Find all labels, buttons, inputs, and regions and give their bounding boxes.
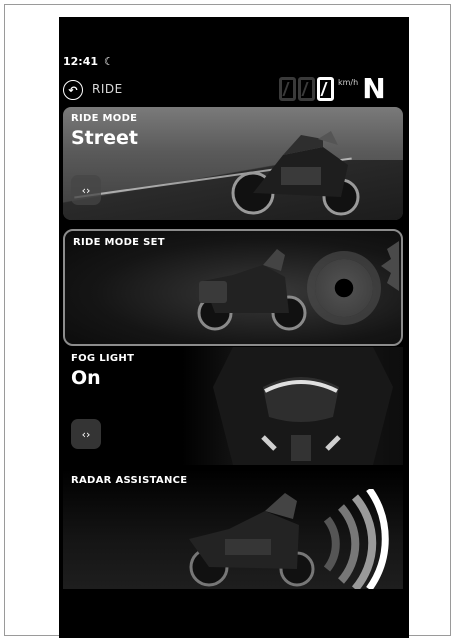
speed-unit: km/h bbox=[338, 78, 359, 87]
ride-mode-value: Street bbox=[71, 127, 138, 149]
switch-arrows-icon: ‹› bbox=[81, 427, 91, 441]
speed-digit-ones bbox=[317, 77, 334, 101]
dashboard-screen: 12:41 ☾ ↶ RIDE km/h N RIDE MODE Street ‹… bbox=[59, 17, 409, 638]
ride-mode-card[interactable]: RIDE MODE Street ‹› bbox=[63, 107, 403, 220]
motorcycle-image bbox=[231, 131, 360, 216]
fog-light-value: On bbox=[71, 367, 101, 389]
speedometer: km/h N bbox=[279, 72, 386, 105]
status-bar: 12:41 ☾ bbox=[63, 55, 114, 68]
speed-digit-tens bbox=[298, 77, 315, 101]
switch-arrows-icon: ‹› bbox=[81, 183, 91, 197]
page-title: RIDE bbox=[92, 82, 123, 96]
gear-indicator: N bbox=[362, 72, 386, 105]
clock: 12:41 bbox=[63, 55, 99, 68]
ride-mode-set-card[interactable]: RIDE MODE SET bbox=[63, 229, 403, 346]
settings-gear-icon bbox=[315, 259, 373, 317]
ride-mode-set-label: RIDE MODE SET bbox=[73, 237, 165, 248]
headlight-image bbox=[213, 347, 393, 465]
motorcycle-image bbox=[197, 249, 307, 331]
fog-light-switch-button[interactable]: ‹› bbox=[71, 419, 101, 449]
night-mode-icon: ☾ bbox=[104, 55, 114, 68]
ride-mode-label: RIDE MODE bbox=[71, 113, 138, 124]
radar-assistance-card[interactable]: RADAR ASSISTANCE bbox=[63, 469, 403, 589]
back-button[interactable]: ↶ bbox=[63, 80, 83, 100]
ride-mode-switch-button[interactable]: ‹› bbox=[71, 175, 101, 205]
speed-digit-hundreds bbox=[279, 77, 296, 101]
back-arrow-icon: ↶ bbox=[68, 83, 78, 97]
fog-light-card[interactable]: FOG LIGHT On ‹› bbox=[63, 347, 403, 465]
motorcycle-image bbox=[189, 493, 315, 587]
radar-assistance-label: RADAR ASSISTANCE bbox=[71, 475, 188, 486]
small-gear-icon bbox=[381, 241, 399, 291]
header-bar: ↶ RIDE km/h N bbox=[59, 72, 409, 107]
fog-light-label: FOG LIGHT bbox=[71, 353, 135, 364]
